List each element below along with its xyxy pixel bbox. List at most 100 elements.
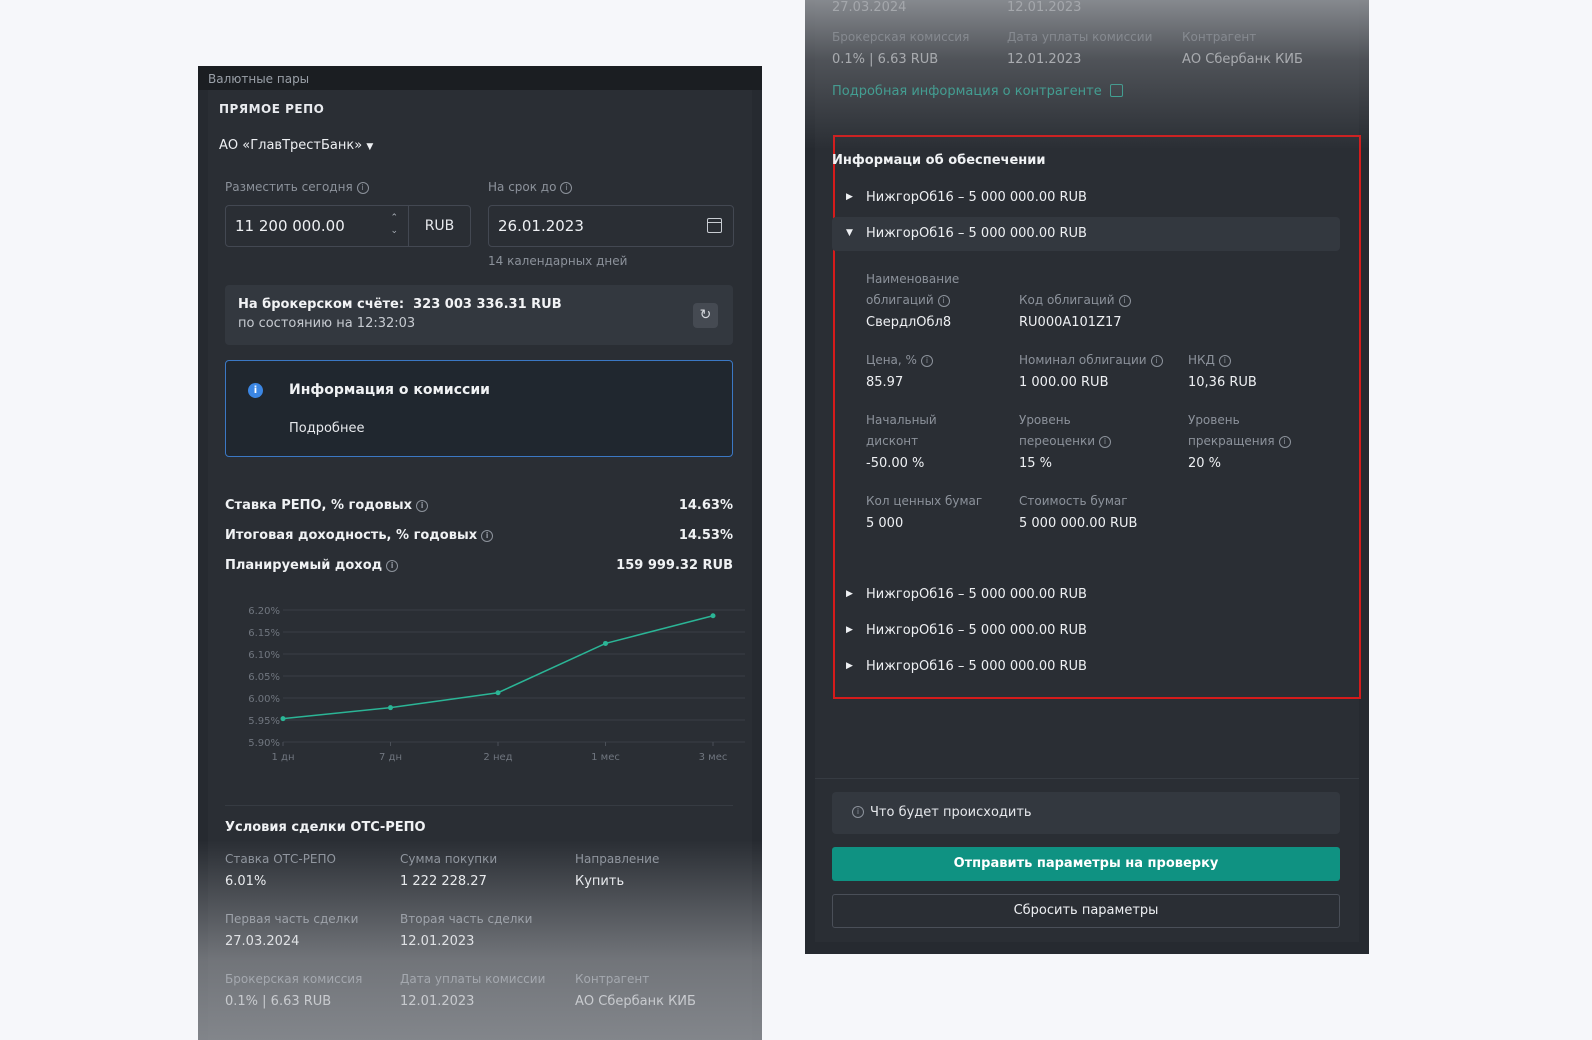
- x-tick-label: 1 мес: [591, 752, 620, 763]
- info-icon: i: [852, 806, 864, 818]
- condition-key: Направление: [575, 852, 660, 866]
- counterparty-link[interactable]: Подробная информация о контрагенте: [832, 84, 1123, 99]
- term-label: На срок до i: [488, 180, 573, 194]
- info-icon[interactable]: i: [560, 181, 573, 194]
- stop-field: Уровень прекращения i 20 %: [1188, 410, 1308, 471]
- info-icon[interactable]: i: [1278, 435, 1291, 448]
- bond-name-field: Наименование облигаций i СвердлОбл8: [866, 269, 986, 330]
- right-panel: 27.03.2024 12.01.2023 Брокерская комисси…: [805, 0, 1369, 954]
- info-icon[interactable]: i: [1218, 354, 1231, 367]
- cost-field: Стоимость бумаг 5 000 000.00 RUB: [1019, 491, 1137, 531]
- y-tick-label: 6.05%: [248, 672, 280, 683]
- balance-value: 323 003 336.31 RUB: [413, 297, 562, 312]
- condition-key: Дата уплаты комиссии: [400, 972, 546, 986]
- stop: 20 %: [1188, 456, 1222, 471]
- amount-value: 11 200 000.00: [235, 217, 345, 235]
- date-input[interactable]: 26.01.2023: [488, 205, 734, 247]
- data-point: [388, 705, 393, 711]
- days-hint: 14 календарных дней: [488, 254, 628, 268]
- commission-more-link[interactable]: Подробнее: [289, 421, 364, 436]
- nominal: 1 000.00 RUB: [1019, 375, 1109, 390]
- accordion-item[interactable]: ▶ НижгорОб16 – 5 000 000.00 RUB: [832, 614, 1340, 648]
- refresh-icon[interactable]: ↻: [693, 303, 718, 328]
- second-part-date: 12.01.2023: [1007, 0, 1082, 15]
- chevron-down-icon: ▼: [366, 142, 374, 152]
- info-icon[interactable]: i: [1150, 354, 1163, 367]
- cost: 5 000 000.00 RUB: [1019, 516, 1138, 531]
- accordion-label: НижгорОб16 – 5 000 000.00 RUB: [866, 226, 1087, 241]
- qty: 5 000: [866, 516, 904, 531]
- bank-selector[interactable]: АО «ГлавТрестБанк» ▼: [219, 138, 373, 153]
- bond-code-field: Код облигаций i RU000A101Z17: [1019, 290, 1131, 330]
- y-tick-label: 5.90%: [248, 738, 280, 749]
- what-happens-text: Что будет происходить: [870, 805, 1032, 820]
- left-panel: Валютные пары ПРЯМОЕ РЕПО АО «ГлавТрестБ…: [198, 66, 762, 1040]
- currency-label: RUB: [408, 206, 470, 246]
- nkd-label: НКД: [1188, 353, 1215, 367]
- bond-code-label: Код облигаций: [1019, 293, 1115, 307]
- external-link-icon: [1109, 84, 1123, 97]
- field-key: Цена, % i: [866, 350, 933, 371]
- condition-value: 12.01.2023: [400, 934, 475, 949]
- qty-field: Кол ценных бумаг 5 000: [866, 491, 982, 531]
- condition-value: АО Сбербанк КИБ: [575, 994, 696, 1009]
- nominal-label: Номинал облигации: [1019, 353, 1147, 367]
- reset-button[interactable]: Сбросить параметры: [832, 894, 1340, 928]
- accordion-item-open[interactable]: ▼ НижгорОб16 – 5 000 000.00 RUB: [832, 217, 1340, 251]
- info-icon[interactable]: i: [481, 529, 494, 542]
- info-icon[interactable]: i: [937, 294, 950, 307]
- condition-value: 27.03.2024: [225, 934, 300, 949]
- what-happens-box[interactable]: i Что будет происходить: [832, 792, 1340, 834]
- condition-value: 12.01.2023: [400, 994, 475, 1009]
- collateral-title: Информаци об обеспечении: [832, 153, 1046, 168]
- amount-label: Разместить сегодня i: [225, 180, 369, 194]
- y-tick-label: 6.00%: [248, 694, 280, 705]
- condition-key: Ставка ОТС-РЕПО: [225, 852, 336, 866]
- discount-label: Начальный дисконт: [866, 413, 937, 448]
- yield-row: Итоговая доходность, % годовых i 14.53%: [225, 528, 733, 543]
- triangle-down-icon: ▼: [846, 228, 853, 238]
- info-icon[interactable]: i: [386, 559, 399, 572]
- reval-label: Уровень переоценки: [1019, 413, 1096, 448]
- stop-label: Уровень прекращения: [1188, 413, 1275, 448]
- amount-label-text: Разместить сегодня: [225, 180, 353, 194]
- nkd: 10,36 RUB: [1188, 375, 1257, 390]
- fee-key: Брокерская комиссия: [832, 30, 970, 44]
- y-tick-label: 6.20%: [248, 606, 280, 617]
- triangle-right-icon: ▶: [846, 589, 853, 599]
- counterparty-link-text: Подробная информация о контрагенте: [832, 84, 1102, 99]
- info-icon[interactable]: i: [416, 499, 429, 512]
- condition-key: Контрагент: [575, 972, 650, 986]
- price-label: Цена, %: [866, 353, 917, 367]
- y-tick-label: 6.15%: [248, 628, 280, 639]
- info-filled-icon: i: [248, 383, 263, 398]
- x-tick-label: 2 нед: [483, 752, 512, 763]
- amount-input[interactable]: 11 200 000.00 ⌃ ⌄ RUB: [225, 205, 471, 247]
- data-point: [280, 716, 286, 722]
- fee-value: 0.1% | 6.63 RUB: [832, 52, 939, 67]
- conditions-title: Условия сделки ОТС-РЕПО: [225, 820, 426, 835]
- x-tick-label: 1 дн: [272, 752, 295, 763]
- field-key: Наименование облигаций i: [866, 269, 986, 311]
- field-key: Номинал облигации i: [1019, 350, 1163, 371]
- calendar-icon[interactable]: [707, 218, 722, 233]
- info-icon[interactable]: i: [920, 354, 933, 367]
- balance-line: На брокерском счёте: 323 003 336.31 RUB: [238, 297, 562, 312]
- qty-label: Кол ценных бумаг: [866, 494, 983, 508]
- info-icon[interactable]: i: [1099, 435, 1112, 448]
- condition-value: 1 222 228.27: [400, 874, 487, 889]
- accordion-label: НижгорОб16 – 5 000 000.00 RUB: [866, 659, 1087, 674]
- x-tick-label: 3 мес: [699, 752, 728, 763]
- price-field: Цена, % i 85.97: [866, 350, 933, 390]
- accordion-item[interactable]: ▶ НижгорОб16 – 5 000 000.00 RUB: [832, 181, 1340, 215]
- submit-button[interactable]: Отправить параметры на проверку: [832, 847, 1340, 881]
- accordion-item[interactable]: ▶ НижгорОб16 – 5 000 000.00 RUB: [832, 578, 1340, 612]
- triangle-right-icon: ▶: [846, 661, 853, 671]
- repo-card: ПРЯМОЕ РЕПО АО «ГлавТрестБанк» ▼ Размест…: [208, 90, 752, 1040]
- info-icon[interactable]: i: [1118, 294, 1131, 307]
- info-icon[interactable]: i: [356, 181, 369, 194]
- field-key: НКД i: [1188, 350, 1257, 371]
- bond-name: СвердлОбл8: [866, 315, 952, 330]
- stepper-icon[interactable]: ⌃ ⌄: [390, 212, 398, 238]
- accordion-item[interactable]: ▶ НижгорОб16 – 5 000 000.00 RUB: [832, 650, 1340, 684]
